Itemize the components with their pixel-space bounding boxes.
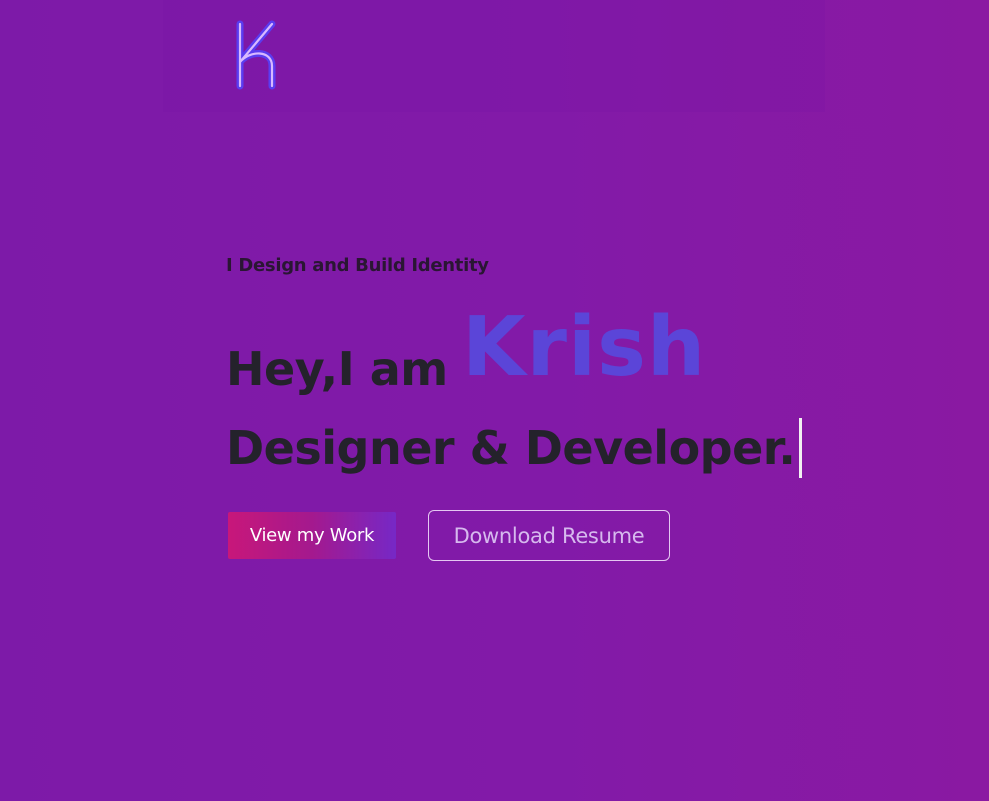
k-monogram-icon bbox=[236, 20, 276, 90]
view-my-work-button[interactable]: View my Work bbox=[228, 512, 396, 559]
logo[interactable] bbox=[232, 18, 282, 92]
hero-name: Krish bbox=[462, 300, 707, 395]
typing-caret bbox=[799, 418, 803, 478]
download-resume-button[interactable]: Download Resume bbox=[428, 510, 670, 561]
tagline: I Design and Build Identity bbox=[226, 255, 489, 276]
hero-role: Designer & Developer. bbox=[226, 421, 796, 475]
hero-greeting: Hey,I am bbox=[226, 342, 448, 396]
hero-role-line: Designer & Developer. bbox=[226, 418, 803, 478]
